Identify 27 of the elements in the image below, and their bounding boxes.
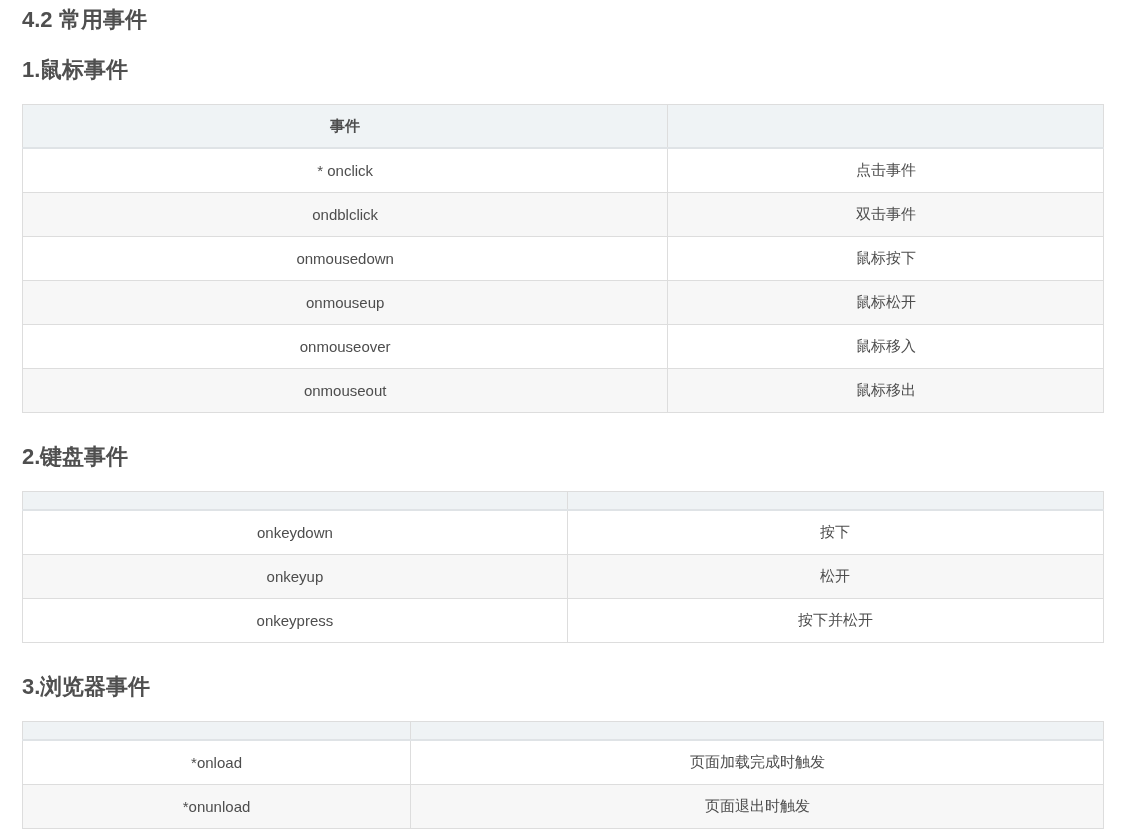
subsection-heading: 3.浏览器事件 bbox=[22, 673, 152, 701]
column-header: 事件 bbox=[22, 104, 668, 148]
event-cell: onkeydown bbox=[22, 510, 568, 555]
description-cell: 按下 bbox=[567, 510, 1104, 555]
event-cell: onkeypress bbox=[22, 598, 568, 643]
description-cell: 页面加载完成时触发 bbox=[410, 740, 1104, 785]
event-cell: onkeyup bbox=[22, 554, 568, 599]
event-cell: *onload bbox=[22, 740, 411, 785]
description-cell: 按下并松开 bbox=[567, 598, 1104, 643]
description-cell: 松开 bbox=[567, 554, 1104, 599]
description-cell: 鼠标移入 bbox=[667, 324, 1104, 369]
event-cell: onmouseout bbox=[22, 368, 668, 413]
description-cell: 鼠标移出 bbox=[667, 368, 1104, 413]
description-cell: 双击事件 bbox=[667, 192, 1104, 237]
subsection-heading: 1.鼠标事件 bbox=[22, 56, 130, 84]
subsection-heading: 2.键盘事件 bbox=[22, 443, 130, 471]
event-cell: * onclick bbox=[22, 148, 668, 193]
description-cell: 页面退出时触发 bbox=[410, 784, 1104, 829]
section-heading: 4.2 常用事件 bbox=[22, 6, 148, 34]
event-cell: *onunload bbox=[22, 784, 411, 829]
event-cell: onmousedown bbox=[22, 236, 668, 281]
event-cell: ondblclick bbox=[22, 192, 668, 237]
description-cell: 鼠标松开 bbox=[667, 280, 1104, 325]
event-cell: onmouseup bbox=[22, 280, 668, 325]
event-cell: onmouseover bbox=[22, 324, 668, 369]
description-cell: 点击事件 bbox=[667, 148, 1104, 193]
description-cell: 鼠标按下 bbox=[667, 236, 1104, 281]
